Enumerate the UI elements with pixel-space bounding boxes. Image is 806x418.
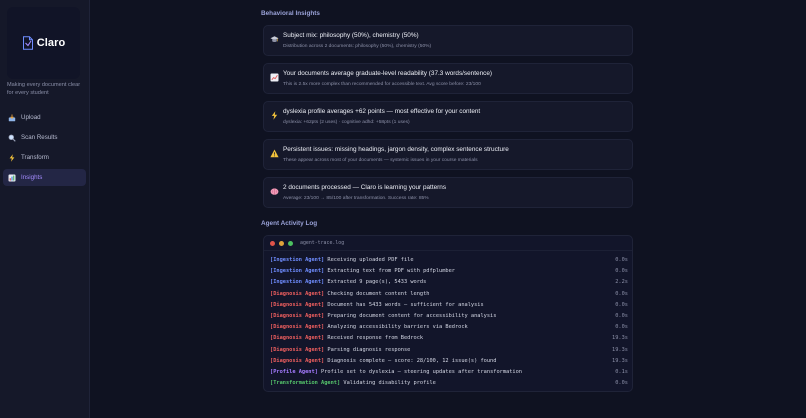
sidebar-item-scan-results[interactable]: Scan Results bbox=[3, 129, 86, 146]
log-time: 19.3s bbox=[612, 335, 628, 342]
log-time: 2.2s bbox=[615, 279, 628, 286]
insight-card-learning: 2 documents processed — Claro is learnin… bbox=[263, 177, 633, 208]
insight-title: dyslexia profile averages +62 points — m… bbox=[283, 108, 481, 115]
log-agent-tag: [Diagnosis Agent] bbox=[270, 312, 325, 319]
insight-card-readability: Your documents average graduate-level re… bbox=[263, 63, 633, 94]
log-line: [Diagnosis Agent] Received response from… bbox=[270, 335, 628, 346]
insight-title: 2 documents processed — Claro is learnin… bbox=[283, 184, 447, 191]
log-message: Preparing document content for accessibi… bbox=[327, 312, 497, 319]
insight-subtitle: dyslexia: +62pts (2 uses) · cognitive ad… bbox=[283, 120, 410, 125]
sidebar: Claro Making every document clear for ev… bbox=[0, 0, 90, 418]
document-logo-icon bbox=[22, 36, 33, 50]
app-name: Claro bbox=[36, 37, 66, 49]
inbox-tray-icon bbox=[8, 114, 16, 122]
log-line: [Diagnosis Agent] Document has 5433 word… bbox=[270, 302, 628, 313]
insight-card-subject-mix: Subject mix: philosophy (50%), chemistry… bbox=[263, 25, 633, 56]
insight-subtitle: This is 2.5x more complex than recommend… bbox=[283, 82, 481, 87]
log-line: [Diagnosis Agent] Analyzing accessibilit… bbox=[270, 324, 628, 335]
log-time: 0.1s bbox=[615, 368, 628, 375]
log-time: 19.3s bbox=[612, 346, 628, 353]
log-time: 0.0s bbox=[615, 301, 628, 308]
log-agent-tag: [Diagnosis Agent] bbox=[270, 324, 325, 331]
insight-subtitle: These appear across most of your documen… bbox=[283, 158, 478, 163]
log-message: Parsing diagnosis response bbox=[327, 346, 411, 353]
log-agent-tag: [Transformation Agent] bbox=[270, 380, 341, 387]
insight-card-profile: dyslexia profile averages +62 points — m… bbox=[263, 101, 633, 132]
log-time: 19.3s bbox=[612, 357, 628, 364]
log-message: Received response from Bedrock bbox=[327, 335, 424, 342]
insight-title: Your documents average graduate-level re… bbox=[283, 70, 493, 77]
log-agent-tag: [Ingestion Agent] bbox=[270, 257, 325, 263]
log-agent-tag: [Diagnosis Agent] bbox=[270, 346, 325, 353]
sidebar-item-label: Transform bbox=[21, 154, 49, 161]
log-time: 0.0s bbox=[615, 257, 628, 263]
maximize-dot-icon bbox=[288, 241, 293, 246]
log-time: 0.0s bbox=[615, 290, 628, 297]
log-message: Diagnosis complete — score: 28/100, 12 i… bbox=[327, 357, 497, 364]
log-message: Document has 5433 words — sufficient for… bbox=[327, 301, 484, 308]
log-line: [Diagnosis Agent] Checking document cont… bbox=[270, 291, 628, 302]
terminal-titlebar: agent-trace.log bbox=[264, 236, 632, 251]
log-line: [Diagnosis Agent] Preparing document con… bbox=[270, 313, 628, 324]
log-line: [Ingestion Agent] Extracting text from P… bbox=[270, 268, 628, 279]
log-agent-tag: [Diagnosis Agent] bbox=[270, 290, 325, 297]
log-time: 0.0s bbox=[615, 268, 628, 275]
lightning-icon bbox=[270, 111, 279, 120]
log-time: 0.0s bbox=[615, 380, 628, 387]
log-message: Validating disability profile bbox=[343, 380, 436, 387]
magnifier-icon bbox=[8, 134, 16, 142]
sidebar-item-transform[interactable]: Transform bbox=[3, 149, 86, 166]
log-message: Extracted 9 page(s), 5433 words bbox=[327, 279, 427, 286]
agent-activity-heading: Agent Activity Log bbox=[261, 220, 318, 227]
sidebar-item-label: Insights bbox=[21, 174, 43, 181]
sidebar-nav: Upload Scan Results Transform Insights bbox=[3, 109, 86, 189]
insight-subtitle: Distribution across 2 documents: philoso… bbox=[283, 44, 432, 49]
log-message: Checking document content length bbox=[327, 290, 430, 297]
log-message: Profile set to dyslexia — steering updat… bbox=[321, 368, 522, 375]
log-line: [Ingestion Agent] Receiving uploaded PDF… bbox=[270, 257, 628, 268]
log-line: [Diagnosis Agent] Parsing diagnosis resp… bbox=[270, 347, 628, 358]
main-content: Behavioral Insights Subject mix: philoso… bbox=[91, 0, 806, 418]
sidebar-item-label: Upload bbox=[21, 114, 41, 121]
log-agent-tag: [Profile Agent] bbox=[270, 368, 318, 375]
sidebar-item-label: Scan Results bbox=[21, 134, 58, 141]
insight-card-persistent-issues: Persistent issues: missing headings, jar… bbox=[263, 139, 633, 170]
insight-title: Persistent issues: missing headings, jar… bbox=[283, 146, 509, 153]
log-line: [Ingestion Agent] Extracted 9 page(s), 5… bbox=[270, 279, 628, 290]
sidebar-item-upload[interactable]: Upload bbox=[3, 109, 86, 126]
log-agent-tag: [Diagnosis Agent] bbox=[270, 301, 325, 308]
log-time: 0.0s bbox=[615, 312, 628, 319]
app-tagline: Making every document clear for every st… bbox=[7, 82, 81, 96]
log-agent-tag: [Diagnosis Agent] bbox=[270, 357, 325, 364]
log-agent-tag: [Ingestion Agent] bbox=[270, 279, 325, 286]
behavioral-insights-heading: Behavioral Insights bbox=[261, 10, 320, 17]
insight-subtitle: Average: 23/100 → 85/100 after transform… bbox=[283, 196, 429, 201]
log-time: 0.0s bbox=[615, 324, 628, 331]
insight-title: Subject mix: philosophy (50%), chemistry… bbox=[283, 32, 419, 39]
log-message: Analyzing accessibility barriers via Bed… bbox=[327, 324, 468, 331]
log-agent-tag: [Ingestion Agent] bbox=[270, 268, 325, 275]
log-filename: agent-trace.log bbox=[300, 240, 345, 246]
sidebar-item-insights[interactable]: Insights bbox=[3, 169, 86, 186]
bar-chart-icon bbox=[8, 174, 16, 182]
lightning-icon bbox=[8, 153, 16, 162]
log-agent-tag: [Diagnosis Agent] bbox=[270, 335, 325, 342]
minimize-dot-icon bbox=[279, 241, 284, 246]
log-message: Extracting text from PDF with pdfplumber bbox=[327, 268, 455, 275]
agent-activity-log[interactable]: agent-trace.log [Ingestion Agent] Receiv… bbox=[263, 235, 633, 392]
log-message: Receiving uploaded PDF file bbox=[327, 257, 414, 263]
logo: Claro bbox=[7, 7, 80, 79]
brain-icon bbox=[270, 187, 279, 196]
graduation-cap-icon bbox=[270, 35, 279, 44]
log-line: [Diagnosis Agent] Diagnosis complete — s… bbox=[270, 358, 628, 369]
log-lines: [Ingestion Agent] Receiving uploaded PDF… bbox=[270, 257, 628, 391]
warning-icon bbox=[270, 149, 279, 158]
log-line: [Profile Agent] Profile set to dyslexia … bbox=[270, 369, 628, 380]
chart-up-icon bbox=[270, 73, 279, 82]
close-dot-icon bbox=[270, 241, 275, 246]
log-line: [Transformation Agent] Validating disabi… bbox=[270, 380, 628, 391]
